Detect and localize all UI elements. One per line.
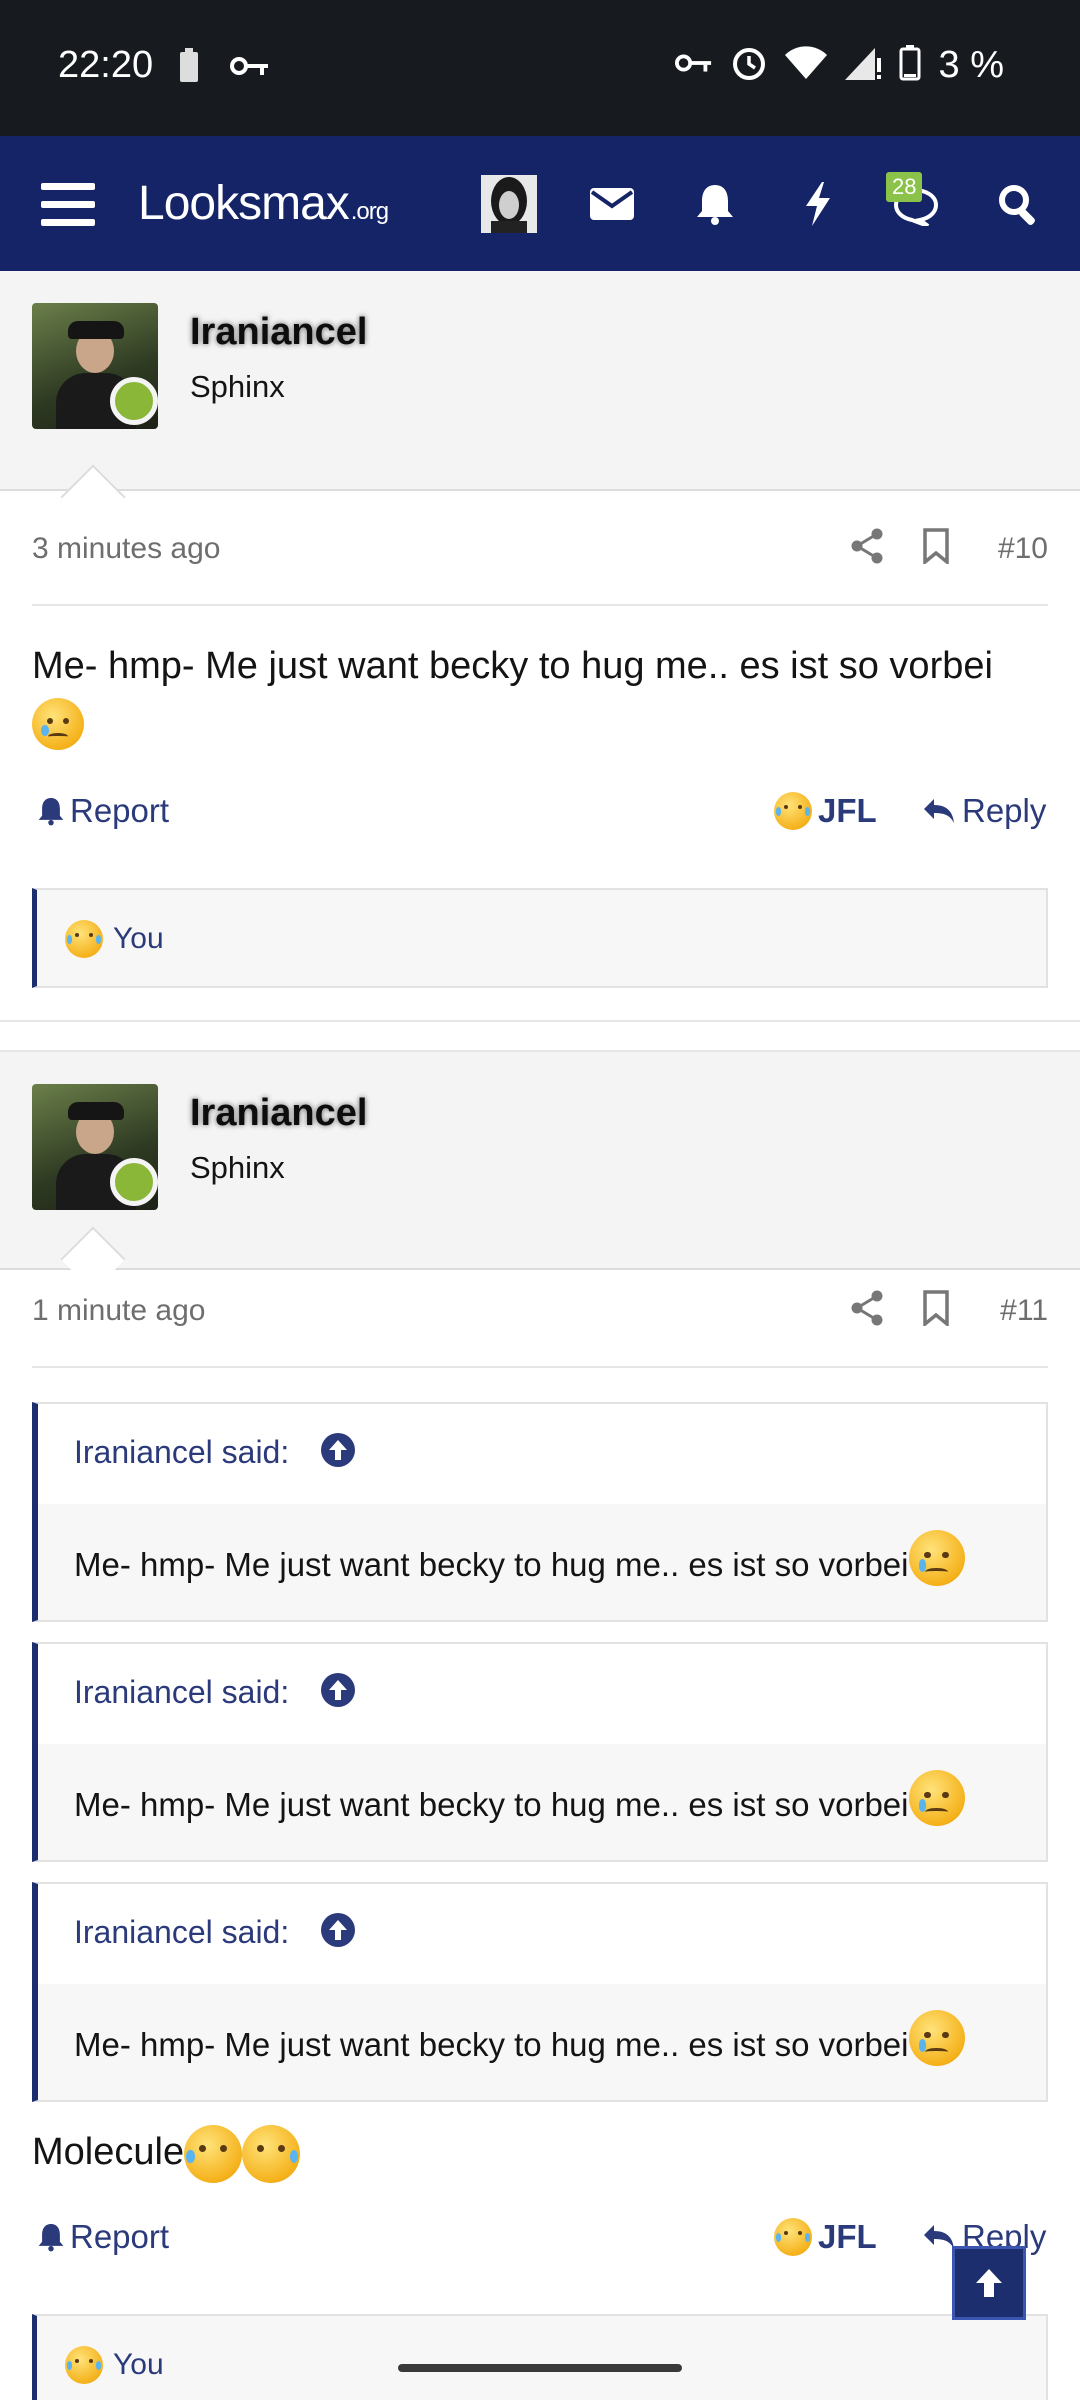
home-gesture-indicator[interactable] [398, 2364, 682, 2372]
post-actions: Report JFL Reply [32, 792, 1048, 852]
post-divider [0, 1020, 1080, 1022]
crying-face-icon [908, 1530, 965, 1587]
battery-icon [899, 45, 921, 86]
quote-author-link[interactable]: Iraniancel said: [74, 1674, 289, 1711]
laughing-tears-icon [65, 2346, 103, 2384]
battery-percent: 3 % [938, 44, 1004, 86]
crying-face-icon [908, 1770, 965, 1827]
arrow-up-icon [976, 2269, 1002, 2297]
post-number[interactable]: #10 [998, 532, 1048, 566]
jump-to-quote-icon[interactable] [320, 1672, 356, 1713]
clock: 22:20 [58, 44, 154, 86]
cell-signal-icon [844, 46, 881, 85]
share-icon[interactable] [850, 1290, 884, 1331]
crying-face-icon [908, 2010, 965, 2067]
quote-block: Iraniancel said: Me- hmp- Me just want b… [32, 1882, 1048, 2102]
quote-block: Iraniancel said: Me- hmp- Me just want b… [32, 1642, 1048, 1862]
post-timestamp[interactable]: 1 minute ago [32, 1294, 205, 1328]
account-avatar[interactable] [478, 136, 540, 271]
post-timestamp[interactable]: 3 minutes ago [32, 532, 220, 566]
reactions-bar[interactable]: You [32, 2314, 1048, 2400]
report-button[interactable]: Report [38, 792, 169, 830]
reply-button[interactable]: Reply [922, 792, 1046, 830]
laughing-tears-icon [65, 920, 103, 958]
online-status-indicator [110, 377, 158, 425]
quote-text: Me- hmp- Me just want becky to hug me.. … [74, 1530, 965, 1587]
top-navigation-bar: Looksmax.org [0, 136, 1080, 271]
alerts-bell-icon[interactable] [690, 136, 740, 271]
scroll-to-top-button[interactable] [952, 2246, 1026, 2320]
battery-saver-icon [178, 48, 200, 89]
wifi-icon [784, 46, 827, 85]
post-message: Molecule [32, 2124, 1048, 2183]
jfl-reaction-button[interactable]: JFL [774, 792, 877, 830]
report-button[interactable]: Report [38, 2218, 169, 2256]
post-message: Me- hmp- Me just want becky to hug me.. … [32, 638, 1048, 750]
grinning-cat-with-tears-icon [242, 2124, 301, 2183]
conversations-badge: 28 [886, 172, 923, 202]
bookmark-icon[interactable] [922, 528, 950, 569]
whats-new-bolt-icon[interactable] [796, 136, 840, 271]
post-meta: 1 minute ago #11 [32, 1260, 1048, 1368]
grinning-cat-with-tears-icon [184, 2124, 243, 2183]
quote-block: Iraniancel said: Me- hmp- Me just want b… [32, 1402, 1048, 1622]
vpn-key-icon [230, 54, 270, 83]
jfl-reaction-button[interactable]: JFL [774, 2218, 877, 2256]
quote-author-link[interactable]: Iraniancel said: [74, 1434, 289, 1471]
crying-face-icon [32, 697, 84, 750]
quote-text: Me- hmp- Me just want becky to hug me.. … [74, 2010, 965, 2067]
site-logo[interactable]: Looksmax.org [138, 176, 389, 231]
user-title: Sphinx [190, 1150, 285, 1185]
post-number[interactable]: #11 [1000, 1294, 1048, 1328]
post-user-header: Iraniancel Sphinx [0, 271, 1080, 491]
username[interactable]: Iraniancel [190, 1092, 367, 1135]
inbox-envelope-icon[interactable] [586, 136, 638, 271]
vpn-key-icon [674, 51, 713, 80]
online-status-indicator [110, 1158, 158, 1206]
jump-to-quote-icon[interactable] [320, 1432, 356, 1473]
jump-to-quote-icon[interactable] [320, 1912, 356, 1953]
username[interactable]: Iraniancel [190, 311, 367, 354]
status-bar: 22:20 3 % [0, 0, 1080, 136]
reactions-list: You [113, 2348, 164, 2381]
share-icon[interactable] [850, 528, 884, 569]
post-actions: Report JFL Reply [32, 2218, 1048, 2278]
post-meta: 3 minutes ago #10 [32, 498, 1048, 606]
laughing-tears-icon [774, 792, 812, 830]
reactions-bar[interactable]: You [32, 888, 1048, 988]
laughing-tears-icon [774, 2218, 812, 2256]
conversations-icon[interactable] [886, 136, 946, 271]
quote-text: Me- hmp- Me just want becky to hug me.. … [74, 1770, 965, 1827]
alarm-icon [731, 45, 767, 86]
search-icon[interactable] [990, 136, 1046, 271]
bookmark-icon[interactable] [922, 1290, 950, 1331]
post-user-header: Iraniancel Sphinx [0, 1050, 1080, 1270]
reactions-list: You [113, 922, 164, 955]
quote-author-link[interactable]: Iraniancel said: [74, 1914, 289, 1951]
menu-icon[interactable] [30, 136, 106, 271]
user-title: Sphinx [190, 369, 285, 404]
